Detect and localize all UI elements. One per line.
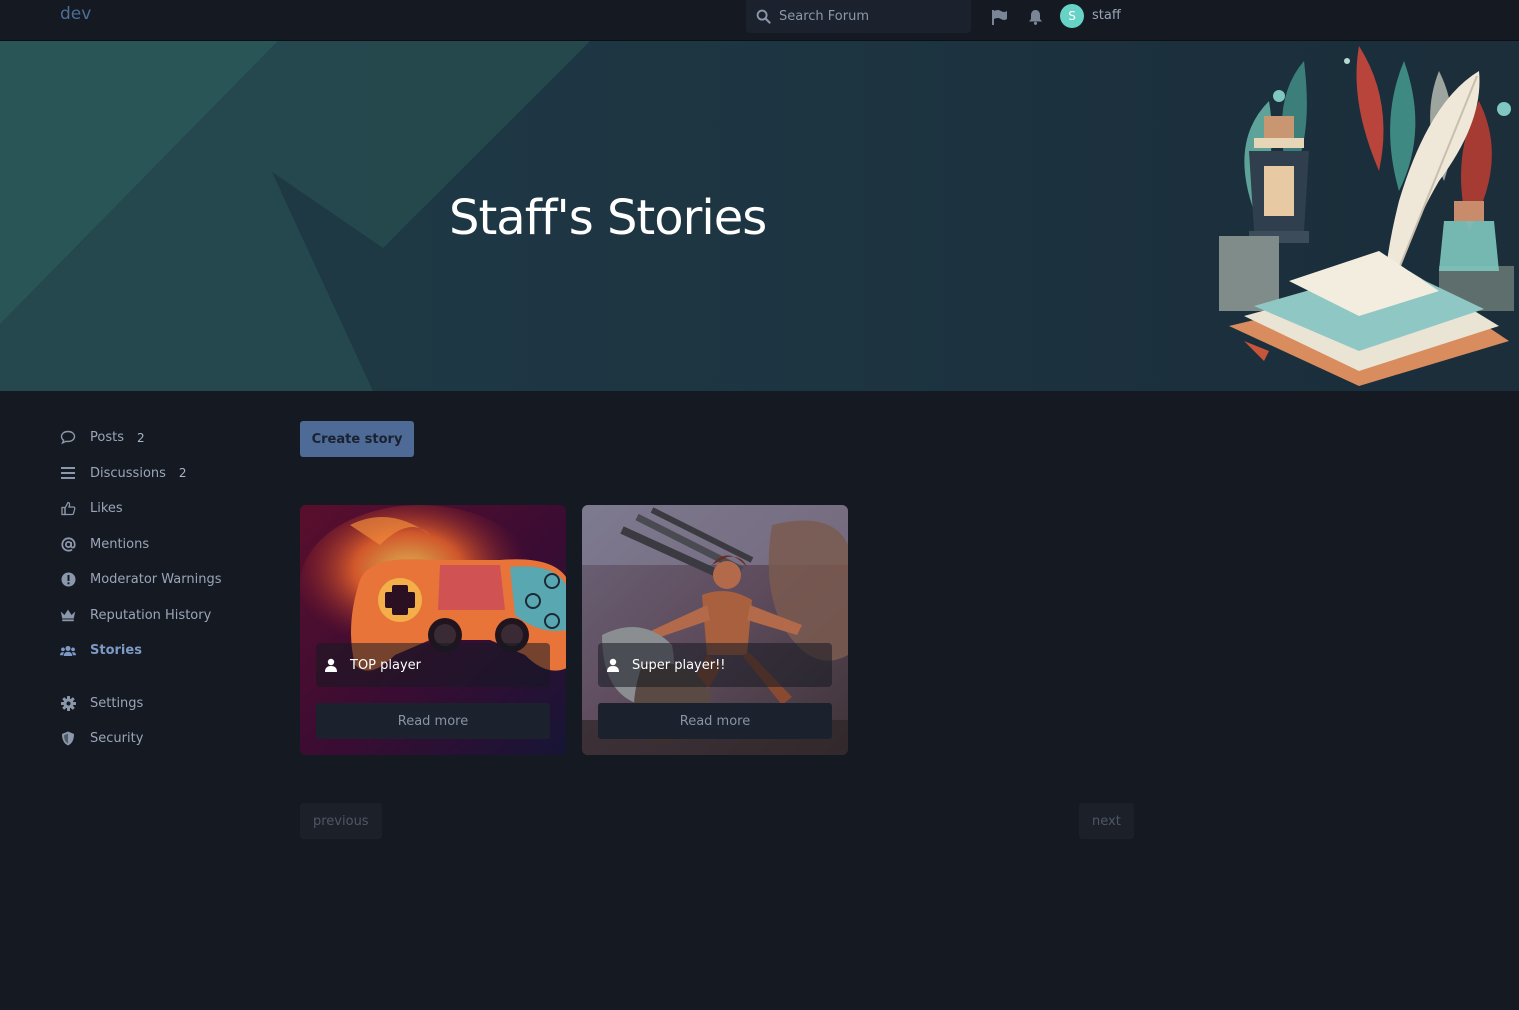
sidebar-item-label: Posts [90, 430, 124, 446]
sidebar-item-security[interactable]: Security [60, 721, 280, 757]
read-more-button[interactable]: Read more [598, 703, 832, 739]
next-page-button[interactable]: next [1079, 803, 1134, 839]
sidebar-item-posts[interactable]: Posts 2 [60, 420, 280, 456]
search-icon [756, 9, 771, 24]
sidebar-item-settings[interactable]: Settings [60, 686, 280, 722]
at-icon [60, 536, 76, 552]
sidebar-divider [60, 669, 280, 686]
posts-count: 2 [136, 430, 145, 445]
story-author: Super player!! [598, 643, 832, 687]
previous-page-button[interactable]: previous [300, 803, 382, 839]
sidebar-item-label: Reputation History [90, 607, 212, 623]
flag-icon[interactable] [989, 7, 1009, 27]
bell-icon[interactable] [1025, 7, 1045, 27]
sidebar-item-moderator-warnings[interactable]: Moderator Warnings [60, 562, 280, 598]
top-bar: dev S staff [0, 0, 1519, 41]
read-more-button[interactable]: Read more [316, 703, 550, 739]
shield-icon [60, 731, 76, 747]
sidebar-item-label: Likes [90, 501, 123, 517]
gear-icon [60, 695, 76, 711]
search-input[interactable] [779, 9, 959, 24]
sidebar-item-label: Moderator Warnings [90, 572, 222, 588]
page-title: Staff's Stories [449, 190, 767, 246]
story-card[interactable]: TOP player Read more [300, 505, 566, 755]
story-card[interactable]: Super player!! Read more [582, 505, 848, 755]
username-link[interactable]: staff [1092, 8, 1121, 23]
user-icon [325, 658, 337, 672]
sidebar-item-likes[interactable]: Likes [60, 491, 280, 527]
user-icon [607, 658, 619, 672]
users-icon [60, 643, 76, 659]
thumbs-up-icon [60, 501, 76, 517]
story-author-name: TOP player [350, 657, 422, 673]
story-author-name: Super player!! [632, 657, 726, 673]
sidebar-item-label: Mentions [90, 536, 150, 552]
sidebar-item-stories[interactable]: Stories [60, 633, 280, 669]
speech-bubble-icon [60, 430, 76, 446]
list-icon [60, 465, 76, 481]
exclamation-icon [60, 572, 76, 588]
story-author: TOP player [316, 643, 550, 687]
profile-sidebar: Posts 2 Discussions 2 Likes Mentions Mod… [60, 420, 280, 757]
quill-book-illustration [1219, 46, 1514, 386]
sidebar-item-mentions[interactable]: Mentions [60, 527, 280, 563]
discussions-count: 2 [178, 466, 187, 481]
sidebar-item-label: Security [90, 731, 144, 747]
sidebar-item-label: Settings [90, 695, 144, 711]
hero-banner: Staff's Stories [0, 41, 1519, 391]
search-box[interactable] [746, 0, 971, 33]
sidebar-item-label: Stories [90, 643, 142, 659]
sidebar-item-reputation-history[interactable]: Reputation History [60, 598, 280, 634]
brand-link[interactable]: dev [60, 4, 91, 24]
crown-icon [60, 607, 76, 623]
avatar[interactable]: S [1060, 4, 1084, 28]
sidebar-item-discussions[interactable]: Discussions 2 [60, 456, 280, 492]
create-story-button[interactable]: Create story [300, 421, 414, 457]
sidebar-item-label: Discussions [90, 465, 166, 481]
